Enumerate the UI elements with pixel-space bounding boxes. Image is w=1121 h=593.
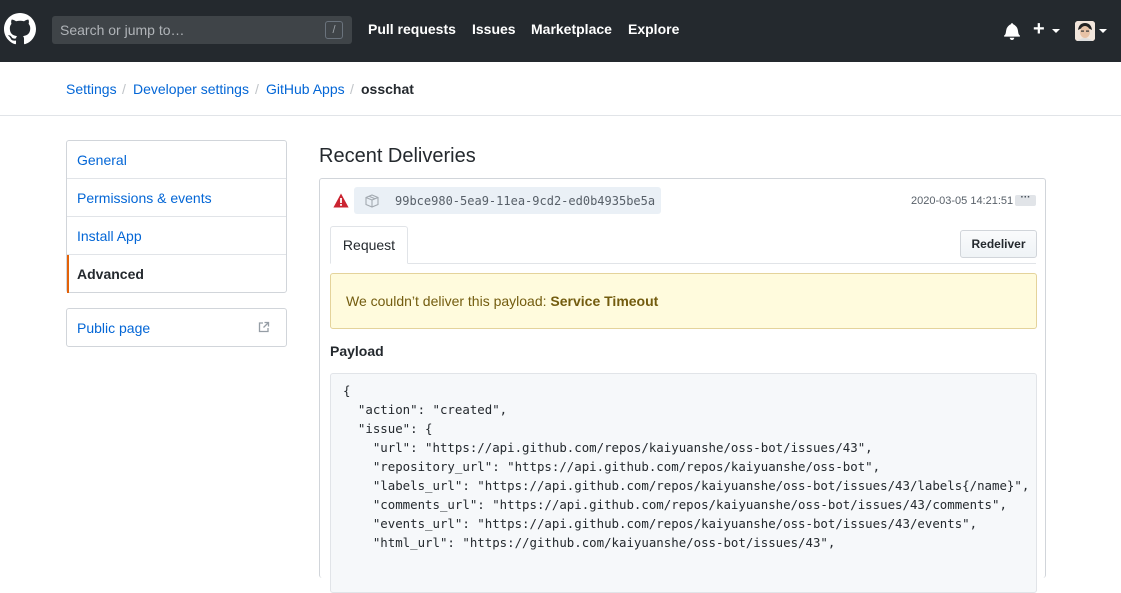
- alert-icon: [333, 193, 349, 208]
- delivery-error-flash: We couldn’t deliver this payload: Servic…: [330, 273, 1037, 329]
- payload-code-block: { "action": "created", "issue": { "url":…: [330, 373, 1037, 593]
- breadcrumb: Settings / Developer settings / GitHub A…: [0, 62, 1121, 116]
- breadcrumb-developer-settings[interactable]: Developer settings: [133, 81, 249, 97]
- code-line: "events_url": "https://api.github.com/re…: [343, 516, 978, 531]
- search-input[interactable]: [52, 16, 322, 44]
- delivery-guid-toggle[interactable]: 99bce980-5ea9-11ea-9cd2-ed0b4935be5a: [354, 187, 661, 214]
- page-title: Recent Deliveries: [319, 145, 476, 167]
- code-line: "html_url": "https://github.com/kaiyuans…: [343, 535, 836, 550]
- breadcrumb-separator: /: [122, 81, 126, 97]
- code-line: "url": "https://api.github.com/repos/kai…: [343, 440, 873, 455]
- bell-icon[interactable]: [1004, 22, 1020, 40]
- more-options-button[interactable]: ···: [1015, 193, 1036, 206]
- sidebar-item-label: Permissions & events: [77, 190, 212, 206]
- sidebar-item-label: Advanced: [77, 266, 144, 282]
- external-link-icon: [258, 321, 270, 333]
- search-shortcut-badge: /: [325, 21, 343, 39]
- code-line: "comments_url": "https://api.github.com/…: [343, 497, 1007, 512]
- delivery-panel: 99bce980-5ea9-11ea-9cd2-ed0b4935be5a 202…: [319, 178, 1046, 593]
- chevron-down-icon: [1052, 29, 1060, 33]
- tab-divider: [330, 263, 1036, 264]
- breadcrumb-github-apps[interactable]: GitHub Apps: [266, 81, 345, 97]
- redeliver-button[interactable]: Redeliver: [960, 230, 1037, 258]
- sidebar-item-install-app[interactable]: Install App: [67, 217, 286, 255]
- sidebar-item-advanced[interactable]: Advanced: [67, 255, 286, 293]
- payload-heading: Payload: [330, 343, 384, 359]
- code-line: "labels_url": "https://api.github.com/re…: [343, 478, 1030, 493]
- top-header: / Pull requests Issues Marketplace Explo…: [0, 0, 1121, 62]
- public-page-link[interactable]: Public page: [66, 308, 287, 347]
- breadcrumb-separator: /: [255, 81, 259, 97]
- nav-pull-requests[interactable]: Pull requests: [368, 21, 456, 37]
- public-page-label: Public page: [77, 320, 151, 336]
- nav-marketplace[interactable]: Marketplace: [531, 21, 612, 37]
- nav-issues[interactable]: Issues: [472, 21, 516, 37]
- breadcrumb-settings[interactable]: Settings: [66, 81, 117, 97]
- delivery-timestamp: 2020-03-05 14:21:51: [911, 195, 1014, 207]
- sidebar-item-general[interactable]: General: [67, 141, 286, 179]
- code-line: "issue": {: [343, 421, 433, 436]
- code-line: "repository_url": "https://api.github.co…: [343, 459, 881, 474]
- flash-message: We couldn’t deliver this payload:: [346, 293, 551, 309]
- chevron-down-icon: [1099, 29, 1107, 33]
- breadcrumb-current-app: osschat: [361, 81, 414, 97]
- flash-reason: Service Timeout: [550, 293, 659, 309]
- breadcrumb-separator: /: [350, 81, 354, 97]
- delivery-guid: 99bce980-5ea9-11ea-9cd2-ed0b4935be5a: [395, 194, 656, 208]
- plus-icon[interactable]: +: [1033, 18, 1045, 40]
- avatar-image: [1075, 21, 1095, 41]
- search-box[interactable]: /: [52, 16, 352, 44]
- tab-request[interactable]: Request: [330, 226, 408, 264]
- package-icon: [365, 194, 379, 208]
- sidebar-item-label: Install App: [77, 228, 142, 244]
- settings-sidebar: General Permissions & events Install App…: [66, 140, 287, 293]
- github-logo-icon[interactable]: [4, 13, 36, 45]
- code-line: {: [343, 383, 351, 398]
- sidebar-item-label: General: [77, 152, 127, 168]
- sidebar-item-permissions-events[interactable]: Permissions & events: [67, 179, 286, 217]
- nav-explore[interactable]: Explore: [628, 21, 679, 37]
- code-line: "action": "created",: [343, 402, 508, 417]
- avatar[interactable]: [1075, 21, 1095, 41]
